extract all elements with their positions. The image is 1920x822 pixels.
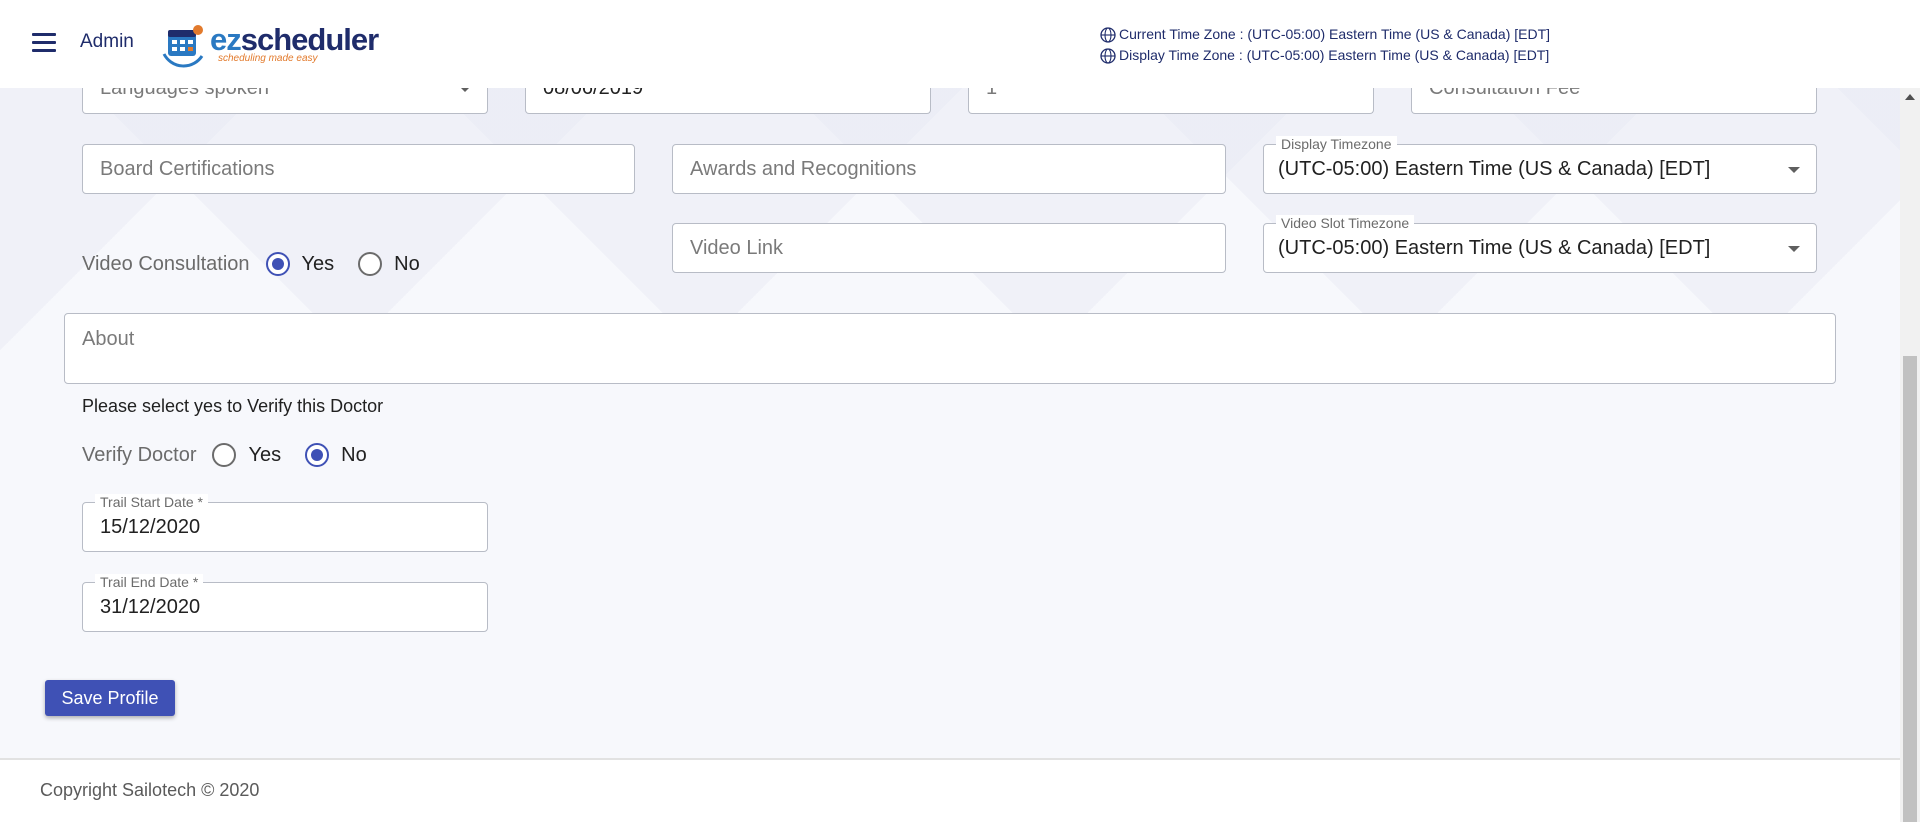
ezscheduler-logo[interactable]: ezscheduler scheduling made easy [158, 18, 379, 70]
globe-icon [1100, 26, 1116, 43]
profile-form-area: Languages spoken 08/06/2019 1 Consultati… [0, 88, 1900, 758]
verify-doctor-yes-radio[interactable] [212, 443, 237, 467]
verify-doctor-radio-group: Verify Doctor Yes No [82, 443, 367, 467]
video-link-input[interactable]: Video Link [672, 223, 1226, 273]
about-textarea[interactable]: About [64, 313, 1836, 384]
trail-start-date-field[interactable]: Trail Start Date * 15/12/2020 [82, 494, 488, 552]
copyright-text: Copyright Sailotech © 2020 [40, 780, 260, 800]
languages-spoken-select[interactable]: Languages spoken [82, 88, 488, 114]
timezone-info: Current Time Zone : (UTC-05:00) Eastern … [1100, 24, 1550, 66]
logo-tagline: scheduling made easy [218, 53, 318, 64]
display-timezone-select[interactable]: Display Timezone (UTC-05:00) Eastern Tim… [1263, 136, 1817, 194]
consultation-fee-field[interactable]: Consultation Fee * [1411, 88, 1817, 114]
globe-icon [1100, 47, 1116, 64]
dropdown-arrow-icon [1788, 167, 1800, 173]
dropdown-arrow-icon [1788, 246, 1800, 252]
vertical-scrollbar[interactable] [1900, 88, 1920, 822]
date-field[interactable]: 08/06/2019 [525, 88, 931, 114]
scrollbar-thumb[interactable] [1903, 356, 1917, 822]
video-consultation-no-radio[interactable] [358, 252, 383, 276]
board-certifications-input[interactable]: Board Certifications [82, 144, 635, 194]
save-profile-button[interactable]: Save Profile [45, 680, 175, 716]
trail-end-date-field[interactable]: Trail End Date * 31/12/2020 [82, 574, 488, 632]
calendar-logo-icon [162, 25, 204, 68]
verify-note-text: Please select yes to Verify this Doctor [82, 396, 384, 416]
app-header: Admin ezscheduler scheduling made easy C… [0, 0, 1920, 88]
video-consultation-radio-group: Video Consultation Yes No [82, 252, 420, 276]
dropdown-arrow-icon [459, 88, 471, 92]
current-timezone-text: Current Time Zone : (UTC-05:00) Eastern … [1119, 26, 1551, 42]
video-consultation-yes-radio[interactable] [265, 252, 290, 276]
scroll-up-arrow-icon[interactable] [1905, 94, 1915, 100]
awards-recognitions-input[interactable]: Awards and Recognitions [672, 144, 1226, 194]
admin-label: Admin [80, 31, 134, 52]
hamburger-menu-icon[interactable] [32, 33, 56, 53]
display-timezone-text: Display Time Zone : (UTC-05:00) Eastern … [1119, 47, 1550, 63]
page-footer: Copyright Sailotech © 2020 [0, 758, 1900, 822]
verify-doctor-no-radio[interactable] [305, 443, 330, 467]
video-slot-timezone-select[interactable]: Video Slot Timezone (UTC-05:00) Eastern … [1263, 215, 1817, 273]
number-field[interactable]: 1 [968, 88, 1374, 114]
